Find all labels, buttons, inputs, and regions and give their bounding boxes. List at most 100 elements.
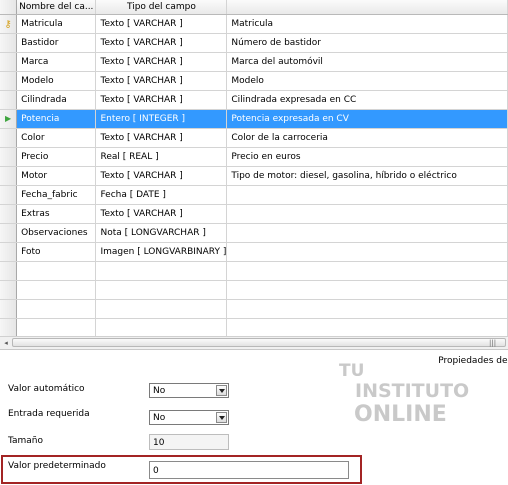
table-row[interactable]: Precio Real [ REAL ] Precio en euros	[0, 147, 508, 167]
row-selector-header[interactable]	[0, 0, 18, 15]
chevron-down-icon[interactable]	[216, 412, 227, 423]
field-description-cell[interactable]: Cilindrada expresada en CC	[226, 90, 508, 110]
field-description-cell[interactable]: Color de la carroceria	[226, 128, 508, 148]
field-name-cell[interactable]: Modelo	[16, 71, 97, 91]
table-row[interactable]	[0, 261, 508, 281]
row-selector[interactable]: ⚷	[0, 14, 18, 34]
field-name-cell[interactable]: Matricula	[16, 14, 97, 34]
row-selector[interactable]	[0, 261, 18, 281]
table-row[interactable]: Marca Texto [ VARCHAR ] Marca del automóvi…	[0, 52, 508, 72]
field-description-cell[interactable]: Número de bastidor	[226, 33, 508, 53]
column-header-name[interactable]: Nombre del ca...	[16, 0, 97, 15]
table-row[interactable]	[0, 280, 508, 300]
table-row[interactable]: Bastidor Texto [ VARCHAR ] Número de basti…	[0, 33, 508, 53]
field-type-cell[interactable]	[95, 280, 228, 300]
field-description-cell[interactable]	[226, 280, 508, 300]
table-row[interactable]: Cilindrada Texto [ VARCHAR ] Cilindrada ex…	[0, 90, 508, 110]
required-select[interactable]: No	[149, 410, 229, 425]
field-description-cell[interactable]: Potencia expresada en CV	[226, 109, 508, 129]
field-name-cell[interactable]: Marca	[16, 52, 97, 72]
chevron-down-icon[interactable]	[216, 385, 227, 396]
field-description-cell[interactable]	[226, 261, 508, 281]
row-selector[interactable]	[0, 242, 18, 262]
field-name-cell[interactable]: Color	[16, 128, 97, 148]
column-header-description[interactable]	[226, 0, 508, 15]
field-name-cell[interactable]	[16, 318, 97, 336]
table-row[interactable]: ▶ Potencia Entero [ INTEGER ] Potencia expr…	[0, 109, 508, 129]
table-row[interactable]: Color Texto [ VARCHAR ] Color de la carroc…	[0, 128, 508, 148]
table-row[interactable]: Observaciones Nota [ LONGVARCHAR ]	[0, 223, 508, 243]
row-selector[interactable]	[0, 90, 18, 110]
field-name-cell[interactable]: Bastidor	[16, 33, 97, 53]
field-description-cell[interactable]: Matricula	[226, 14, 508, 34]
table-row[interactable]: Motor Texto [ VARCHAR ] Tipo de motor: die…	[0, 166, 508, 186]
field-name-cell[interactable]	[16, 299, 97, 319]
field-type-cell[interactable]	[95, 318, 228, 336]
table-row[interactable]	[0, 299, 508, 319]
table-row[interactable]: Foto Imagen [ LONGVARBINARY ]	[0, 242, 508, 262]
field-type-cell[interactable]	[95, 299, 228, 319]
field-type-cell[interactable]: Texto [ VARCHAR ]	[95, 33, 228, 53]
field-type-cell[interactable]	[95, 261, 228, 281]
field-type-cell[interactable]: Nota [ LONGVARCHAR ]	[95, 223, 228, 243]
field-description-cell[interactable]: Marca del automóvil	[226, 52, 508, 72]
field-name-cell[interactable]: Motor	[16, 166, 97, 186]
auto-value-select[interactable]: No	[149, 383, 229, 398]
field-type-cell[interactable]: Texto [ VARCHAR ]	[95, 52, 228, 72]
field-description-cell[interactable]: Modelo	[226, 71, 508, 91]
field-name-cell[interactable]: Potencia	[16, 109, 97, 129]
field-type-cell[interactable]: Texto [ VARCHAR ]	[95, 90, 228, 110]
field-name-cell[interactable]: Observaciones	[16, 223, 97, 243]
table-row[interactable]	[0, 318, 508, 336]
field-description-cell[interactable]	[226, 318, 508, 336]
field-name-cell[interactable]: Cilindrada	[16, 90, 97, 110]
horizontal-scrollbar[interactable]: ◂ |||	[0, 336, 508, 349]
table-row[interactable]: Fecha_fabric Fecha [ DATE ]	[0, 185, 508, 205]
field-name-cell[interactable]: Foto	[16, 242, 97, 262]
field-name-cell[interactable]	[16, 280, 97, 300]
field-description-cell[interactable]	[226, 185, 508, 205]
row-selector[interactable]	[0, 299, 18, 319]
field-description-cell[interactable]: Precio en euros	[226, 147, 508, 167]
field-type-cell[interactable]: Texto [ VARCHAR ]	[95, 14, 228, 34]
table-row[interactable]: Extras Texto [ VARCHAR ]	[0, 204, 508, 224]
grip-icon: |||	[489, 339, 497, 347]
field-name-cell[interactable]: Precio	[16, 147, 97, 167]
size-label: Tamaño	[8, 436, 44, 446]
column-header-type[interactable]: Tipo del campo	[95, 0, 228, 15]
row-selector[interactable]	[0, 147, 18, 167]
field-type-cell[interactable]: Real [ REAL ]	[95, 147, 228, 167]
field-description-cell[interactable]: Tipo de motor: diesel, gasolina, híbrido…	[226, 166, 508, 186]
row-selector[interactable]	[0, 128, 18, 148]
row-selector[interactable]	[0, 71, 18, 91]
field-description-cell[interactable]	[226, 299, 508, 319]
field-type-cell[interactable]: Texto [ VARCHAR ]	[95, 71, 228, 91]
field-type-cell[interactable]: Texto [ VARCHAR ]	[95, 204, 228, 224]
row-selector[interactable]: ▶	[0, 109, 18, 129]
row-selector[interactable]	[0, 52, 18, 72]
row-pointer-icon: ▶	[4, 114, 12, 123]
field-type-cell[interactable]: Texto [ VARCHAR ]	[95, 166, 228, 186]
field-name-cell[interactable]	[16, 261, 97, 281]
scrollbar-thumb[interactable]: |||	[12, 338, 506, 347]
scroll-left-icon[interactable]: ◂	[1, 338, 11, 348]
table-row[interactable]: ⚷ Matricula Texto [ VARCHAR ] Matricula	[0, 14, 508, 34]
row-selector[interactable]	[0, 204, 18, 224]
row-selector[interactable]	[0, 223, 18, 243]
row-selector[interactable]	[0, 318, 18, 336]
field-description-cell[interactable]	[226, 223, 508, 243]
row-selector[interactable]	[0, 166, 18, 186]
field-type-cell[interactable]: Fecha [ DATE ]	[95, 185, 228, 205]
table-row[interactable]: Modelo Texto [ VARCHAR ] Modelo	[0, 71, 508, 91]
row-selector[interactable]	[0, 280, 18, 300]
row-selector[interactable]	[0, 185, 18, 205]
size-field[interactable]: 10	[149, 434, 229, 450]
field-type-cell[interactable]: Entero [ INTEGER ]	[95, 109, 228, 129]
field-name-cell[interactable]: Fecha_fabric	[16, 185, 97, 205]
field-type-cell[interactable]: Imagen [ LONGVARBINARY ]	[95, 242, 228, 262]
field-description-cell[interactable]	[226, 242, 508, 262]
row-selector[interactable]	[0, 33, 18, 53]
field-description-cell[interactable]	[226, 204, 508, 224]
field-name-cell[interactable]: Extras	[16, 204, 97, 224]
field-type-cell[interactable]: Texto [ VARCHAR ]	[95, 128, 228, 148]
